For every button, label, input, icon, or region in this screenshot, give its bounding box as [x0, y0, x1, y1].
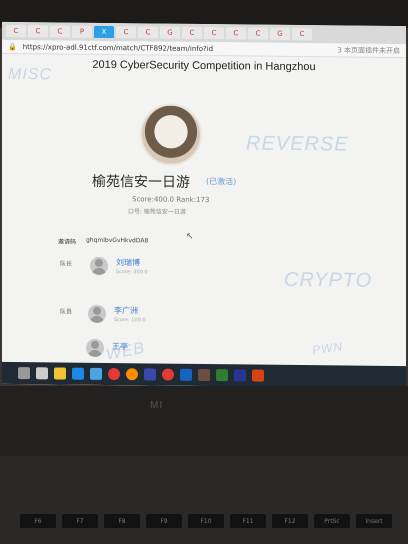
- browser-tab[interactable]: C: [292, 27, 312, 41]
- netease-music-icon[interactable]: [162, 368, 174, 381]
- browser-tab[interactable]: G: [270, 27, 290, 40]
- url-text[interactable]: https://xpro-adl.91ctf.com/match/CTF892/…: [23, 43, 213, 53]
- app-icon[interactable]: [144, 368, 156, 381]
- browser-tab[interactable]: C: [204, 27, 224, 40]
- keyboard-key: F11: [230, 514, 266, 528]
- windows-taskbar: [2, 361, 406, 389]
- translate-hint: 3 本页面插件未开启: [337, 45, 400, 55]
- mouse-cursor-icon: ↖: [186, 231, 194, 242]
- member-avatar: [88, 304, 106, 323]
- keyboard-key: PrtSc: [314, 514, 350, 528]
- invite-code-label: 邀请码: [58, 238, 77, 246]
- store-icon[interactable]: [90, 367, 102, 380]
- page-title: 2019 CyberSecurity Competition in Hangzh…: [92, 58, 316, 74]
- invite-code: ghqmlbvGvHkvdDA8: [86, 236, 149, 245]
- terminal-icon[interactable]: [234, 369, 246, 382]
- captain-label: 队长: [60, 260, 73, 268]
- browser-tab[interactable]: C: [248, 27, 268, 40]
- browser-tab[interactable]: C: [6, 24, 26, 38]
- team-name: 榆苑信安一日游: [92, 173, 190, 191]
- laptop-keyboard: F6 F7 F8 F9 F10 F11 F12 PrtSc Insert: [0, 456, 408, 544]
- edge-icon[interactable]: [72, 367, 84, 380]
- keyboard-key: F8: [104, 514, 140, 528]
- keyboard-key: F9: [146, 514, 182, 528]
- task-view-icon[interactable]: [36, 367, 48, 380]
- laptop-lower-bezel: [0, 386, 408, 456]
- browser-tab[interactable]: C: [116, 26, 136, 39]
- browser-tab[interactable]: C: [28, 25, 48, 38]
- keyboard-key: F12: [272, 514, 308, 528]
- member-name[interactable]: 刘瑞博: [116, 257, 140, 268]
- member-label: 队员: [60, 308, 73, 316]
- watermark-pwn: PWN: [311, 339, 344, 358]
- team-slogan: 口号: 榆苑信安一日游: [128, 208, 186, 216]
- member-name[interactable]: 李广洲: [114, 305, 138, 316]
- chrome-icon[interactable]: [108, 367, 120, 381]
- app-icon[interactable]: [198, 368, 210, 382]
- app-icon[interactable]: [216, 369, 228, 382]
- app-icon[interactable]: [252, 369, 264, 382]
- keyboard-key: F10: [188, 514, 224, 528]
- member-name[interactable]: 王亭: [112, 341, 128, 352]
- keyboard-key: Insert: [356, 514, 392, 528]
- mic-icon[interactable]: [18, 367, 30, 380]
- browser-tab[interactable]: P: [72, 25, 92, 38]
- browser-tab[interactable]: C: [138, 26, 158, 39]
- watermark-reverse: REVERSE: [246, 132, 349, 156]
- team-score: Score:400.0 Rank:173: [132, 195, 210, 205]
- browser-icon[interactable]: [126, 368, 138, 381]
- app-icon[interactable]: [180, 368, 192, 381]
- address-bar[interactable]: 🔒 https://xpro-adl.91ctf.com/match/CTF89…: [2, 39, 406, 59]
- laptop-screen: CCCPXCCGCCCCGC 🔒 https://xpro-adl.91ctf.…: [2, 21, 406, 389]
- extension-icons[interactable]: 3 本页面插件未开启: [337, 45, 400, 56]
- member-avatar: [90, 256, 108, 275]
- keyboard-key: F7: [62, 514, 98, 528]
- watermark-crypto: CRYPTO: [284, 268, 373, 292]
- browser-tab[interactable]: C: [50, 25, 70, 38]
- team-avatar: [140, 103, 202, 166]
- laptop-brand-logo: MI: [150, 400, 164, 411]
- member-score: Score: 300.0: [116, 269, 148, 276]
- member-score: Score: 100.0: [114, 317, 146, 324]
- browser-tab[interactable]: C: [226, 27, 246, 40]
- browser-tab[interactable]: X: [94, 25, 114, 39]
- browser-tab[interactable]: C: [182, 26, 202, 39]
- lock-icon: 🔒: [8, 42, 17, 51]
- keyboard-key: F6: [20, 514, 56, 528]
- member-avatar: [86, 338, 104, 357]
- browser-tab[interactable]: G: [160, 26, 180, 39]
- file-explorer-icon[interactable]: [54, 367, 66, 380]
- team-status-badge: (已激活): [206, 177, 237, 187]
